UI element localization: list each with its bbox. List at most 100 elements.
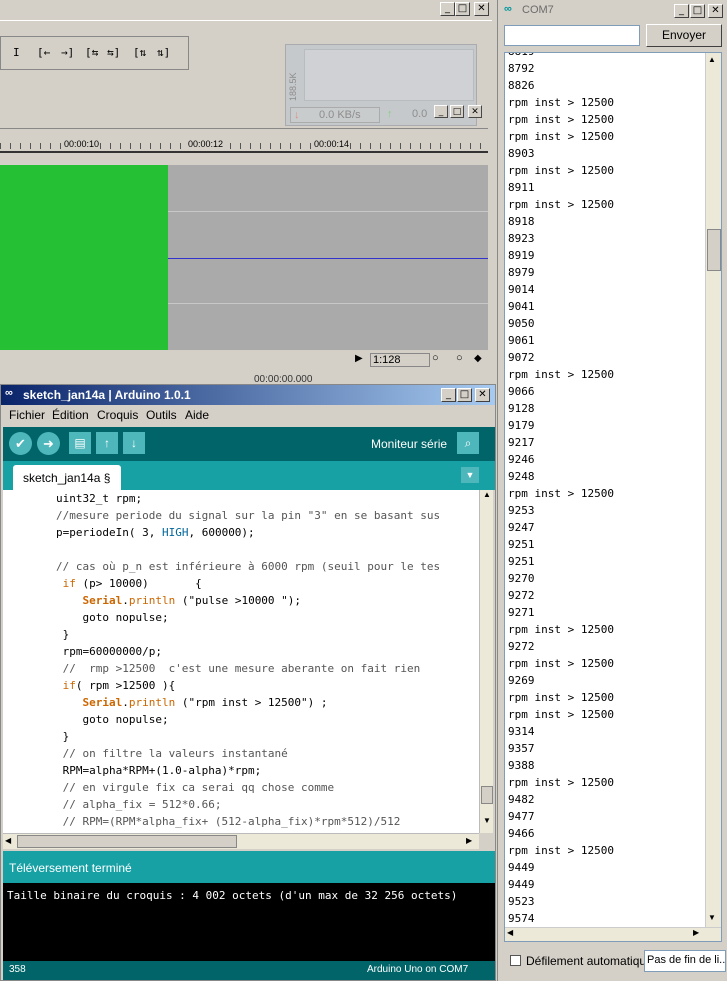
- new-button[interactable]: ▤: [69, 432, 91, 454]
- code-line: // en virgule fix ca serai qq chose comm…: [3, 781, 335, 794]
- arduino-window: ∞ sketch_jan14a | Arduino 1.0.1 _ □ ✕ Fi…: [0, 384, 496, 981]
- fit-icon[interactable]: ◆: [474, 353, 482, 364]
- open-button[interactable]: ↑: [96, 432, 118, 454]
- arduino-footer: 358 Arduino Uno on COM7: [3, 961, 495, 980]
- serial-line: rpm inst > 12500: [508, 368, 614, 381]
- serial-monitor-window: ∞ COM7 _ □ ✕ Envoyer 8819 8792 8826 rpm ins…: [497, 0, 727, 981]
- timeline-ruler[interactable]: 00:00:10 00:00:12 00:00:14: [0, 128, 488, 164]
- code-line: }: [3, 730, 70, 743]
- minimize-button[interactable]: _: [440, 2, 455, 16]
- timeline-label-1: 00:00:10: [64, 139, 100, 149]
- scroll-right-icon[interactable]: ▶: [466, 836, 472, 845]
- mark-out-icon[interactable]: →]: [61, 46, 74, 59]
- menu-croquis[interactable]: Croquis: [97, 408, 138, 422]
- send-button[interactable]: Envoyer: [646, 24, 722, 47]
- com-minimize-button[interactable]: _: [674, 4, 689, 18]
- code-line: Serial.println ("rpm inst > 12500") ;: [82, 696, 328, 709]
- tab-sketch-label: sketch_jan14a §: [23, 471, 111, 485]
- close-button[interactable]: ✕: [474, 2, 489, 16]
- track-area[interactable]: [168, 165, 488, 350]
- net-maximize-button[interactable]: □: [450, 105, 464, 118]
- code-line: goto nopulse;: [3, 713, 169, 726]
- split-end-icon[interactable]: ⇅]: [157, 46, 170, 59]
- download-arrow-icon: ↓: [294, 109, 300, 121]
- serial-monitor-button[interactable]: ⌕: [457, 432, 479, 454]
- serial-line: 9246: [508, 453, 535, 466]
- serial-line: rpm inst > 12500: [508, 164, 614, 177]
- arduino-logo-icon: ∞: [504, 3, 512, 15]
- code-line: p=periodeIn( 3, HIGH, 600000);: [3, 526, 255, 539]
- arduino-menubar: Fichier Édition Croquis Outils Aide: [1, 405, 495, 425]
- line-ending-select[interactable]: Pas de fin de li...: [644, 950, 726, 972]
- arduino-close-button[interactable]: ✕: [475, 388, 490, 402]
- save-button[interactable]: ↓: [123, 432, 145, 454]
- upload-status-bar: Téléversement terminé: [3, 851, 495, 883]
- serial-line: 9247: [508, 521, 535, 534]
- com-maximize-button[interactable]: □: [690, 4, 705, 18]
- serial-line: rpm inst > 12500: [508, 844, 614, 857]
- com-close-button[interactable]: ✕: [708, 4, 723, 18]
- serial-line: rpm inst > 12500: [508, 691, 614, 704]
- code-line: Serial.println ("pulse >10000 ");: [82, 594, 302, 607]
- cursor-icon[interactable]: I: [13, 46, 20, 59]
- code-line: // RPM=(RPM*alpha_fix+ (512-alpha_fix)*r…: [3, 815, 401, 828]
- scroll-thumb[interactable]: [481, 786, 493, 804]
- scroll-up-icon[interactable]: ▲: [708, 55, 716, 64]
- menu-outils[interactable]: Outils: [146, 408, 177, 422]
- serial-line: 9269: [508, 674, 535, 687]
- upload-button[interactable]: ➜: [37, 432, 60, 455]
- search-icon[interactable]: ○: [432, 352, 439, 364]
- tab-menu-chevron-icon[interactable]: ▼: [461, 467, 479, 483]
- net-y-label: 188.5K: [288, 72, 298, 101]
- verify-button[interactable]: ✔: [9, 432, 32, 455]
- com-scroll-thumb[interactable]: [707, 229, 721, 271]
- scroll-down-icon[interactable]: ▼: [480, 816, 494, 830]
- serial-line: 8911: [508, 181, 535, 194]
- serial-line: 8792: [508, 62, 535, 75]
- code-editor[interactable]: uint32_t rpm; //mesure periode du signal…: [3, 490, 493, 833]
- serial-output: 8819 8792 8826 rpm inst > 12500 rpm inst > 1…: [504, 52, 722, 942]
- serial-line: 9014: [508, 283, 535, 296]
- autoscroll-checkbox[interactable]: [510, 955, 521, 966]
- tab-sketch[interactable]: sketch_jan14a §: [13, 465, 121, 490]
- scroll-up-icon[interactable]: ▲: [480, 490, 494, 504]
- code-line: }: [3, 628, 70, 641]
- menu-aide[interactable]: Aide: [185, 408, 209, 422]
- serial-monitor-label: Moniteur série: [371, 437, 448, 451]
- mark-in-icon[interactable]: [←: [37, 46, 50, 59]
- scroll-left-icon[interactable]: ◀: [507, 928, 513, 937]
- upload-arrow-icon: ↑: [387, 108, 393, 120]
- editor-hscrollbar[interactable]: ◀ ▶: [3, 833, 479, 849]
- send-input[interactable]: [504, 25, 640, 46]
- split-left-icon[interactable]: [⇆: [85, 46, 98, 59]
- com-title: COM7: [522, 4, 554, 16]
- scroll-left-icon[interactable]: ◀: [5, 836, 11, 845]
- arduino-titlebar: ∞ sketch_jan14a | Arduino 1.0.1 _ □ ✕: [1, 385, 495, 405]
- serial-line: 8918: [508, 215, 535, 228]
- menu-fichier[interactable]: Fichier: [9, 408, 45, 422]
- code-line: if( rpm >12500 ){: [62, 679, 176, 692]
- net-close-button[interactable]: ✕: [468, 105, 482, 118]
- split-right-icon[interactable]: ⇆]: [107, 46, 120, 59]
- play-icon[interactable]: ▶: [355, 353, 363, 364]
- arduino-maximize-button[interactable]: □: [457, 388, 472, 402]
- zoom-icon[interactable]: ○: [456, 352, 463, 364]
- com-vscrollbar[interactable]: ▲ ▼: [705, 53, 721, 927]
- scroll-right-icon[interactable]: ▶: [693, 928, 699, 937]
- split-start-icon[interactable]: [⇅: [133, 46, 146, 59]
- serial-line: 9574: [508, 912, 535, 925]
- net-minimize-button[interactable]: _: [434, 105, 448, 118]
- arduino-minimize-button[interactable]: _: [441, 388, 456, 402]
- serial-line: 8923: [508, 232, 535, 245]
- video-clip-block[interactable]: [0, 165, 168, 350]
- maximize-button[interactable]: □: [455, 2, 470, 16]
- editor-vscrollbar[interactable]: ▲ ▼: [479, 490, 493, 833]
- serial-line: 9271: [508, 606, 535, 619]
- code-line: rpm=60000000/p;: [3, 645, 162, 658]
- scroll-down-icon[interactable]: ▼: [708, 913, 716, 922]
- menu-edition[interactable]: Édition: [52, 408, 89, 422]
- code-line: //mesure periode du signal sur la pin "3…: [3, 509, 441, 522]
- serial-line: 9272: [508, 589, 535, 602]
- com-hscrollbar[interactable]: ◀ ▶: [505, 927, 721, 941]
- hscroll-thumb[interactable]: [17, 835, 237, 848]
